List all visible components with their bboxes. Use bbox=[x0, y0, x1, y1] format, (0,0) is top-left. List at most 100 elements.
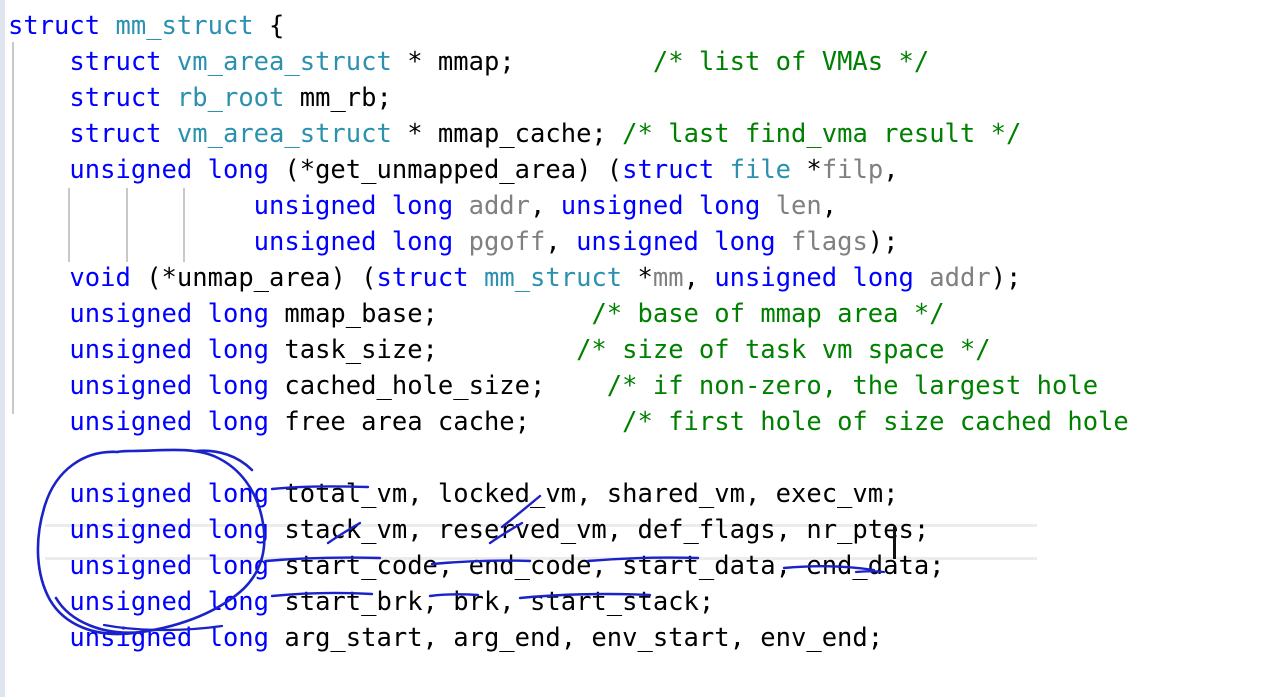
code-token: file bbox=[729, 155, 792, 185]
code-token: task_size; bbox=[284, 335, 438, 365]
code-token: len bbox=[775, 191, 822, 221]
code-line[interactable]: unsigned long cached_hole_size; /* if no… bbox=[8, 368, 1098, 404]
code-line[interactable]: unsigned long mmap_base; /* base of mmap… bbox=[8, 296, 945, 332]
code-token: void bbox=[69, 263, 131, 293]
code-token: struct bbox=[69, 119, 162, 149]
code-token: unsigned long bbox=[253, 191, 454, 221]
code-token: unsigned long bbox=[69, 371, 270, 401]
code-token: , bbox=[821, 191, 838, 221]
code-token: struct bbox=[69, 83, 162, 113]
code-token: mm bbox=[652, 263, 684, 293]
code-token: stack_vm, reserved_vm, def_flags, nr_pte… bbox=[284, 515, 930, 545]
code-token: pgoff bbox=[468, 227, 546, 257]
code-token: ); bbox=[867, 227, 899, 257]
code-token: start_brk, brk, start_stack; bbox=[284, 587, 715, 617]
code-token: vm_area_struct bbox=[176, 47, 392, 77]
code-token: addr bbox=[468, 191, 531, 221]
code-line[interactable]: struct mm_struct { bbox=[8, 8, 284, 44]
code-line[interactable]: struct vm_area_struct * mmap_cache; /* l… bbox=[8, 116, 1021, 152]
code-token: unsigned long bbox=[714, 263, 914, 293]
code-line[interactable]: unsigned long start_brk, brk, start_stac… bbox=[8, 584, 714, 620]
code-token: unsigned long bbox=[69, 407, 270, 437]
code-line[interactable]: struct rb_root mm_rb; bbox=[8, 80, 392, 116]
code-token: , bbox=[545, 227, 577, 257]
code-token: unsigned long bbox=[560, 191, 761, 221]
code-line[interactable]: unsigned long arg_start, arg_end, env_st… bbox=[8, 620, 883, 656]
code-token: total_vm, locked_vm, shared_vm, exec_vm; bbox=[284, 479, 899, 509]
code-token: /* size of task vm space */ bbox=[576, 335, 991, 365]
code-line[interactable]: void (*unmap_area) (struct mm_struct *mm… bbox=[8, 260, 1021, 296]
code-token: free area cache; bbox=[284, 407, 531, 437]
code-token: struct bbox=[8, 11, 101, 41]
code-token: * bbox=[791, 155, 822, 185]
code-line[interactable]: unsigned long total_vm, locked_vm, share… bbox=[8, 476, 898, 512]
code-token: unsigned long bbox=[253, 227, 454, 257]
code-token: * bbox=[391, 119, 438, 149]
code-token: vm_area_struct bbox=[176, 119, 392, 149]
code-token: /* base of mmap area */ bbox=[591, 299, 945, 329]
code-line[interactable] bbox=[8, 440, 23, 476]
code-token: unsigned long bbox=[69, 335, 270, 365]
code-line[interactable]: unsigned long (*get_unmapped_area) (stru… bbox=[8, 152, 898, 188]
code-editor-viewport[interactable]: struct mm_struct { struct vm_area_struct… bbox=[0, 0, 1270, 697]
code-token: /* list of VMAs */ bbox=[652, 47, 930, 77]
code-token: unsigned long bbox=[576, 227, 776, 257]
code-token: struct bbox=[69, 47, 162, 77]
code-token: struct bbox=[622, 155, 715, 185]
code-token: mmap; bbox=[437, 47, 515, 77]
code-token: unsigned long bbox=[69, 587, 270, 617]
code-token: * bbox=[622, 263, 653, 293]
code-line[interactable]: struct vm_area_struct * mmap; /* list of… bbox=[8, 44, 929, 80]
code-token: ) ( bbox=[330, 263, 377, 293]
text-caret bbox=[893, 527, 896, 559]
code-token: ); bbox=[990, 263, 1022, 293]
code-token: mm_struct bbox=[483, 263, 623, 293]
code-token: get_unmapped_area bbox=[315, 155, 577, 185]
code-text-surface[interactable]: struct mm_struct { struct vm_area_struct… bbox=[0, 0, 1270, 697]
code-token: unsigned long bbox=[69, 299, 270, 329]
code-token: cached_hole_size; bbox=[284, 371, 546, 401]
code-token: mm_rb; bbox=[299, 83, 392, 113]
code-token: unsigned long bbox=[69, 515, 270, 545]
code-token: , bbox=[683, 263, 715, 293]
code-line[interactable]: unsigned long start_code, end_code, star… bbox=[8, 548, 945, 584]
code-line[interactable]: unsigned long free area cache; /* first … bbox=[8, 404, 1128, 440]
code-token: /* last find_vma result */ bbox=[622, 119, 1022, 149]
code-line[interactable]: unsigned long stack_vm, reserved_vm, def… bbox=[8, 512, 929, 548]
code-line[interactable]: unsigned long task_size; /* size of task… bbox=[8, 332, 991, 368]
code-token: start_code, end_code, start_data, end_da… bbox=[284, 551, 945, 581]
code-token: * bbox=[391, 47, 438, 77]
code-line[interactable]: unsigned long addr, unsigned long len, bbox=[8, 188, 837, 224]
code-line[interactable]: unsigned long pgoff, unsigned long flags… bbox=[8, 224, 899, 260]
